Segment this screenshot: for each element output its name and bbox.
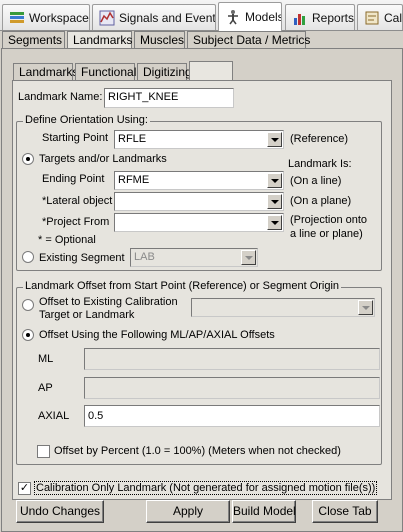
offset-percent-checkbox[interactable] [37, 445, 50, 458]
ending-point-label: Ending Point [42, 173, 105, 185]
tab-landmarks[interactable]: Landmarks [67, 31, 132, 49]
existing-segment-radio[interactable] [22, 251, 34, 263]
tab-signals-and-events[interactable]: Signals and Events [92, 4, 216, 30]
ap-input[interactable] [84, 377, 380, 399]
ap-label: AP [38, 382, 53, 394]
signals-icon [99, 10, 115, 25]
landmark-offset-legend: Landmark Offset from Start Point (Refere… [23, 280, 342, 292]
tab-muscles[interactable]: Muscles [134, 31, 185, 49]
targets-landmarks-radio[interactable] [22, 153, 34, 165]
tab-label: CalT [384, 10, 403, 25]
targets-landmarks-label: Targets and/or Landmarks [39, 153, 167, 165]
undo-changes-button[interactable]: Undo Changes [16, 500, 104, 523]
chevron-down-icon[interactable] [267, 173, 282, 188]
top-tab-bar: Workspace Signals and Events Models Repo… [0, 0, 403, 31]
project-from-select[interactable] [114, 213, 284, 232]
tab-label: Models [245, 10, 282, 24]
tab-subject-data-metrics[interactable]: Subject Data / Metrics [187, 31, 310, 49]
tab-segments[interactable]: Segments [2, 31, 65, 49]
existing-segment-value: LAB [134, 251, 155, 263]
tab-workspace[interactable]: Workspace [2, 4, 90, 30]
calibration-only-checkbox[interactable]: ✓ [18, 482, 31, 495]
chevron-down-icon[interactable] [241, 250, 256, 265]
optional-note: * = Optional [38, 234, 96, 246]
offset-calibration-label-line1: Offset to Existing Calibration [39, 296, 178, 308]
ml-label: ML [38, 353, 54, 365]
tab-calt[interactable]: CalT [357, 4, 403, 30]
ending-point-select[interactable]: RFME [114, 171, 284, 190]
projection-note-line2: a line or plane) [290, 228, 363, 240]
chevron-down-icon[interactable] [267, 215, 282, 230]
tab-functional[interactable]: Functional [75, 63, 136, 81]
projection-note-line1: (Projection onto [290, 214, 368, 226]
existing-segment-label: Existing Segment [39, 252, 125, 264]
project-from-label: *Project From [42, 216, 110, 228]
axial-label: AXIAL [38, 410, 70, 422]
tab-landmarks-list[interactable]: Landmarks [13, 63, 78, 81]
tab-reports[interactable]: Reports [285, 4, 355, 30]
axial-input[interactable]: 0.5 [84, 405, 380, 427]
reports-icon [294, 13, 305, 25]
offset-calibration-radio[interactable] [22, 299, 34, 311]
models-icon [228, 10, 238, 25]
lateral-object-label: *Lateral object [42, 195, 113, 207]
offset-percent-label: Offset by Percent (1.0 = 100%) (Meters w… [54, 445, 341, 457]
tab-digitizing[interactable]: Digitizing [137, 63, 192, 81]
offset-calibration-label-line2: Target or Landmark [39, 309, 135, 321]
reference-note: (Reference) [290, 133, 349, 145]
landmark-name-input[interactable]: RIGHT_KNEE [104, 88, 234, 108]
apply-button[interactable]: Apply [146, 500, 230, 523]
tab-label: Workspace [29, 10, 89, 25]
chevron-down-icon[interactable] [358, 300, 373, 315]
chevron-down-icon[interactable] [267, 194, 282, 209]
ending-point-value: RFME [118, 174, 150, 186]
tab-label: Signals and Events [119, 10, 216, 25]
workspace-icon [10, 11, 24, 23]
offset-ml-ap-axial-radio[interactable] [22, 329, 34, 341]
landmark-is-label: Landmark Is: [288, 158, 352, 170]
close-tab-button[interactable]: Close Tab [312, 500, 378, 523]
calt-icon [365, 11, 379, 24]
ml-input[interactable] [84, 348, 380, 370]
tab-current-landmark[interactable] [189, 61, 233, 81]
define-orientation-legend: Define Orientation Using: [23, 114, 150, 126]
chevron-down-icon[interactable] [267, 132, 282, 147]
calibration-only-label: Calibration Only Landmark (Not generated… [34, 481, 378, 495]
starting-point-label: Starting Point [42, 132, 109, 144]
on-plane-note: (On a plane) [290, 195, 352, 207]
on-line-note: (On a line) [290, 175, 342, 187]
starting-point-select[interactable]: RFLE [114, 130, 284, 149]
existing-segment-select[interactable]: LAB [130, 248, 258, 267]
lateral-object-select[interactable] [114, 192, 284, 211]
tab-label: Reports [312, 10, 355, 25]
starting-point-value: RFLE [118, 133, 147, 145]
landmark-name-label: Landmark Name: [18, 91, 103, 103]
offset-calibration-select[interactable] [191, 298, 375, 317]
build-model-button[interactable]: Build Model [232, 500, 296, 523]
offset-ml-ap-axial-label: Offset Using the Following ML/AP/AXIAL O… [39, 329, 275, 341]
tab-models[interactable]: Models [218, 2, 282, 31]
